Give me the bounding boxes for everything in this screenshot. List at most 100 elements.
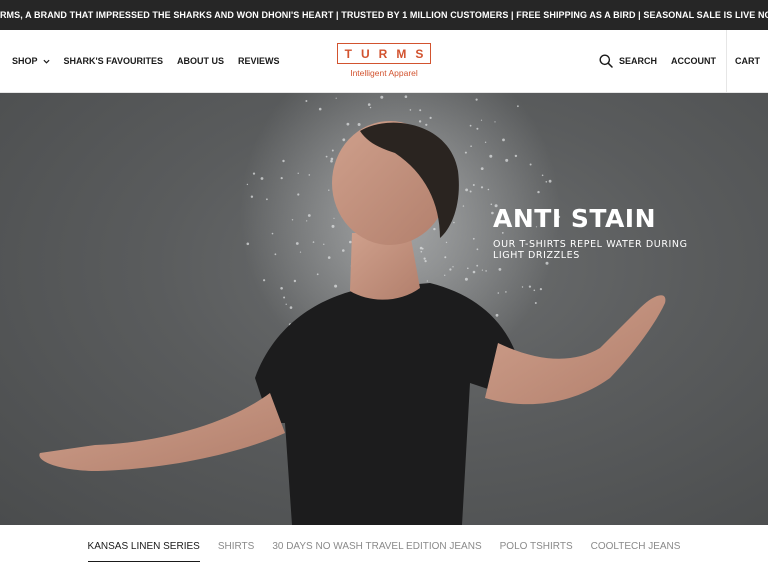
water-droplet: [424, 260, 427, 263]
water-droplet: [420, 250, 423, 253]
water-droplet: [529, 163, 532, 166]
water-droplet: [333, 217, 335, 219]
water-droplet: [346, 122, 350, 126]
water-droplet: [246, 242, 250, 246]
header-actions: SEARCH ACCOUNT CART: [599, 30, 768, 92]
water-droplet: [498, 268, 502, 271]
collection-tab[interactable]: 30 DAYS NO WASH TRAVEL EDITION JEANS: [272, 541, 481, 561]
chevron-down-icon: [42, 59, 50, 64]
hero-image: [39, 93, 666, 525]
site-header: SHOP SHARK'S FAVOURITES ABOUT US REVIEWS…: [0, 30, 768, 93]
nav-about-us-label: ABOUT US: [177, 56, 224, 66]
hero-subtitle: OUR T-SHIRTS REPEL WATER DURING LIGHT DR…: [493, 239, 688, 261]
water-droplet: [323, 243, 325, 245]
water-droplet: [421, 247, 424, 250]
left-arm: [39, 393, 286, 471]
water-droplet: [469, 190, 472, 193]
water-droplet: [472, 270, 476, 274]
water-droplet: [295, 242, 299, 245]
water-droplet: [533, 289, 536, 292]
nav-sharks-favourites-label: SHARK'S FAVOURITES: [63, 56, 163, 66]
water-droplet: [484, 141, 487, 143]
nav-shop[interactable]: SHOP: [12, 56, 50, 66]
search-button[interactable]: SEARCH: [599, 54, 657, 68]
water-droplet: [285, 303, 287, 305]
water-droplet: [444, 256, 447, 259]
water-droplet: [505, 291, 507, 293]
nav-reviews[interactable]: REVIEWS: [238, 56, 280, 66]
water-droplet: [367, 103, 371, 106]
collection-tab[interactable]: COOLTECH JEANS: [591, 541, 681, 561]
water-droplet: [250, 195, 254, 198]
water-droplet: [465, 188, 468, 192]
water-droplet: [425, 123, 428, 126]
water-droplet: [331, 224, 335, 228]
water-droplet: [469, 124, 472, 127]
water-droplet: [316, 273, 319, 276]
water-droplet: [453, 221, 455, 224]
water-droplet: [271, 232, 274, 235]
nav-sharks-favourites[interactable]: SHARK'S FAVOURITES: [64, 56, 163, 66]
water-droplet: [494, 121, 496, 123]
water-droplet: [308, 174, 311, 176]
water-droplet: [444, 274, 446, 276]
water-droplet: [548, 179, 552, 183]
hero-banner[interactable]: ANTI STAIN OUR T-SHIRTS REPEL WATER DURI…: [0, 93, 768, 525]
water-droplet: [481, 269, 483, 271]
water-droplet: [429, 116, 432, 119]
collection-tab[interactable]: POLO TSHIRTS: [500, 541, 573, 561]
water-droplet: [330, 157, 334, 161]
water-droplet: [263, 279, 266, 282]
water-droplet: [280, 177, 283, 180]
water-droplet: [426, 280, 428, 282]
nav-about-us[interactable]: ABOUT US: [177, 56, 224, 66]
account-link[interactable]: ACCOUNT: [671, 56, 716, 66]
water-droplet: [306, 220, 308, 222]
water-droplet: [487, 188, 490, 191]
water-droplet: [327, 256, 331, 259]
water-droplet: [291, 219, 294, 221]
water-droplet: [495, 313, 499, 317]
water-droplet: [334, 284, 338, 288]
announcement-bar: TURMS, A BRAND THAT IMPRESSED THE SHARKS…: [0, 0, 768, 30]
water-droplet: [274, 253, 277, 256]
water-droplet: [331, 149, 334, 152]
water-droplet: [246, 183, 249, 186]
collection-tab[interactable]: KANSAS LINEN SERIES: [87, 541, 200, 562]
water-droplet: [297, 172, 299, 174]
nav-reviews-label: REVIEWS: [238, 56, 280, 66]
water-droplet: [462, 205, 465, 207]
water-droplet: [489, 154, 493, 158]
water-droplet: [505, 158, 509, 162]
water-droplet: [502, 138, 505, 142]
water-droplet: [289, 306, 293, 309]
water-droplet: [342, 138, 346, 142]
water-droplet: [299, 251, 302, 253]
water-droplet: [464, 151, 467, 154]
nav-shop-label: SHOP: [12, 56, 38, 66]
water-droplet: [476, 127, 479, 130]
water-droplet: [419, 109, 422, 112]
water-droplet: [318, 107, 322, 111]
collection-tab[interactable]: SHIRTS: [218, 541, 255, 561]
water-droplet: [260, 177, 264, 180]
water-droplet: [472, 237, 475, 240]
search-label: SEARCH: [618, 56, 657, 66]
collection-tabs: KANSAS LINEN SERIES SHIRTS 30 DAYS NO WASH…: [0, 525, 768, 576]
brand-logo[interactable]: TURMS Intelligent Apparel: [337, 43, 431, 81]
water-droplet: [312, 241, 315, 243]
water-droplet: [476, 264, 479, 267]
water-droplet: [517, 105, 519, 108]
water-droplet: [328, 189, 330, 191]
water-droplet: [497, 292, 500, 294]
cart-link[interactable]: CART: [727, 56, 768, 66]
water-droplet: [452, 266, 454, 268]
water-droplet: [545, 181, 548, 183]
water-droplet: [475, 98, 478, 101]
water-droplet: [470, 145, 472, 147]
water-droplet: [266, 198, 268, 201]
water-droplet: [449, 268, 452, 271]
water-droplet: [282, 159, 285, 163]
water-droplet: [342, 249, 345, 252]
water-droplet: [476, 248, 479, 251]
